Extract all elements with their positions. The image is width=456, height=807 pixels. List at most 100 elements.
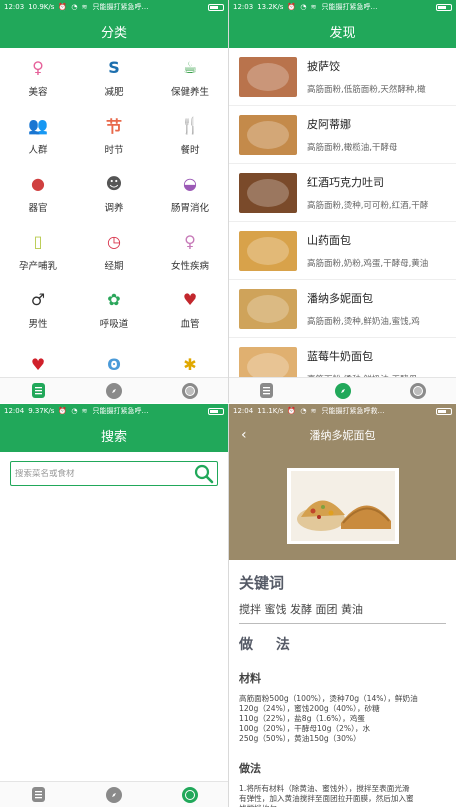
category-label: 孕产哺乳: [18, 261, 57, 272]
recipe-thumbnail: [239, 288, 297, 329]
status-time: 12:04: [4, 407, 25, 415]
status-bar: 12:04 11.1K/s ⏰ ◔ ≋ 只能摄打紧急呼救…: [229, 404, 456, 418]
recipe-name: 潘纳多妮面包: [307, 292, 373, 305]
category-item[interactable]: ☻ 调养: [76, 164, 152, 222]
tab-categories[interactable]: [229, 378, 305, 403]
battery-icon: [436, 3, 452, 11]
body-slim-icon: S: [108, 57, 120, 77]
category-item[interactable]: ◒ 肠胃消化: [152, 164, 228, 222]
discover-screen: 12:03 13.2K/s ⏰ ◔ ≋ 只能摄打紧急呼… 发现 披萨饺高筋面粉,…: [228, 0, 456, 403]
title-bar: ‹ 潘纳多妮面包: [229, 418, 456, 452]
category-item[interactable]: ♀ 女性疾病: [152, 222, 228, 280]
category-item[interactable]: ✿ 呼吸道: [76, 280, 152, 338]
tab-discover[interactable]: [305, 378, 381, 403]
category-item[interactable]: ♂ 男性: [0, 280, 76, 338]
status-bar: 12:03 10.9K/s ⏰ ◔ ≋ 只能摄打紧急呼…: [0, 0, 228, 14]
recipe-text: 山药面包高筋面粉,奶粉,鸡蛋,干酵母,黄油: [307, 232, 456, 269]
category-label: 器官: [28, 203, 48, 214]
recipe-text: 潘纳多妮面包高筋面粉,烫种,鲜奶油,蜜饯,鸡: [307, 290, 456, 327]
status-time: 12:03: [233, 3, 254, 11]
battery-icon: [436, 407, 452, 415]
kidney-icon: ʘ: [107, 354, 121, 374]
clock-icon: ◷: [107, 231, 121, 251]
recipe-ingredients: 高筋面粉,低筋面粉,天然酵种,橄: [307, 85, 426, 95]
search-tab-icon: [182, 382, 198, 399]
recipe-name: 披萨饺: [307, 60, 340, 73]
tab-discover[interactable]: [76, 378, 152, 403]
woman-face-icon: ♀: [32, 57, 44, 77]
back-button[interactable]: ‹: [241, 427, 261, 443]
ingredient-line: 120g（24%），蜜饯200g（40%），砂糖: [239, 704, 380, 713]
category-item[interactable]: ♥ 血管: [152, 280, 228, 338]
status-bar: 12:04 9.37K/s ⏰ ◔ ≋ 只能摄打紧急呼…: [0, 404, 228, 418]
battery-icon: [208, 407, 224, 415]
category-label: 餐时: [180, 145, 200, 156]
page-title: 搜索: [100, 429, 127, 445]
compass-icon: [334, 382, 351, 399]
recipe-list-item[interactable]: 披萨饺高筋面粉,低筋面粉,天然酵种,橄: [229, 48, 456, 106]
category-label: 减肥: [104, 87, 124, 98]
category-label: 调养: [104, 203, 124, 214]
recipe-list-item[interactable]: 山药面包高筋面粉,奶粉,鸡蛋,干酵母,黄油: [229, 222, 456, 280]
page-title: 潘纳多妮面包: [309, 429, 376, 442]
tab-discover[interactable]: [76, 782, 152, 807]
fork-spoon-icon: 🍴: [180, 115, 200, 135]
recipe-ingredients: 高筋面粉,橄榄油,干酵母: [307, 143, 398, 153]
page-title: 发现: [329, 25, 356, 41]
recipe-ingredients: 高筋面粉,烫种,鲜奶油,蜜饯,鸡: [307, 317, 420, 327]
category-label: 经期: [104, 261, 124, 272]
category-item[interactable]: ▯ 孕产哺乳: [0, 222, 76, 280]
recipe-list-item[interactable]: 皮阿蒂娜 高筋面粉,橄榄油,干酵母: [229, 106, 456, 164]
status-bar: 12:03 13.2K/s ⏰ ◔ ≋ 只能摄打紧急呼…: [229, 0, 456, 14]
tab-search[interactable]: [380, 378, 456, 403]
ingredient-line: 100g（20%），干酵母10g（2%），水: [239, 724, 371, 733]
tab-categories[interactable]: [0, 378, 76, 403]
battery-icon: [208, 3, 224, 11]
recipe-list-item[interactable]: 红酒巧克力吐司 高筋面粉,烫种,可可粉,红酒,干酵: [229, 164, 456, 222]
title-bar: 发现: [229, 14, 456, 48]
ingredient-line: 110g（22%），盐8g（1.6%），鸡蛋: [239, 714, 365, 723]
list-icon: [260, 383, 274, 398]
recipe-name: 山药面包: [307, 234, 351, 247]
tab-search[interactable]: [152, 378, 228, 403]
bottom-tab-bar: [0, 781, 228, 807]
page-title: 分类: [100, 25, 127, 41]
step-line: 有弹性，加入黄油搅拌至面团拉开面膜，然后加入蜜: [239, 794, 414, 803]
category-item[interactable]: ● 器官: [0, 164, 76, 222]
compass-icon: [106, 786, 122, 803]
category-item[interactable]: S 减肥: [76, 48, 152, 106]
vessel-heart-icon: ♥: [182, 289, 198, 309]
recipe-photo: [286, 468, 399, 544]
status-net-speed: 13.2K/s: [257, 3, 284, 11]
recipe-ingredients: 高筋面粉,奶粉,鸡蛋,干酵母,黄油: [307, 259, 429, 269]
step-line: 1.将所有材料（除黄油、蜜饯外），搅拌至表面光滑: [239, 784, 410, 793]
search-button[interactable]: [191, 462, 217, 485]
category-grid: ♀ 美容 S 减肥 ☕ 保健养生 👥 人群 节时节 🍴 餐时 ● 器官 ☻ 调养 ◒ 肠胃消化 ▯ 孕产哺乳 ◷ 经期 ♀…: [0, 48, 228, 396]
category-label: 血管: [180, 319, 200, 330]
search-tab-icon: [182, 786, 198, 803]
search-input[interactable]: [15, 468, 191, 479]
search-bar: [10, 461, 218, 486]
tab-search[interactable]: [152, 782, 228, 807]
category-item[interactable]: ☕ 保健养生: [152, 48, 228, 106]
category-item[interactable]: 🍴 餐时: [152, 106, 228, 164]
baby-bottle-icon: ▯: [33, 231, 43, 251]
female-icon: ♀: [184, 231, 196, 251]
status-icons: ⏰ ◔ ≋: [58, 3, 89, 11]
category-item[interactable]: 👥 人群: [0, 106, 76, 164]
category-label: 呼吸道: [99, 319, 129, 330]
recipe-list: 披萨饺高筋面粉,低筋面粉,天然酵种,橄皮阿蒂娜 高筋面粉,橄榄油,干酵母 红酒巧克力…: [229, 48, 456, 396]
status-net-speed: 9.37K/s: [28, 407, 55, 415]
list-icon: [31, 383, 45, 398]
recipe-list-item[interactable]: 潘纳多妮面包高筋面粉,烫种,鲜奶油,蜜饯,鸡: [229, 280, 456, 338]
tab-categories[interactable]: [0, 782, 76, 807]
categories-screen: 12:03 10.9K/s ⏰ ◔ ≋ 只能摄打紧急呼… 分类 ♀ 美容 S 减肥 ☕ 保…: [0, 0, 228, 403]
recipe-hero: [229, 452, 456, 560]
recipe-detail: 关键词 搅拌 蜜饯 发酵 面团 黄油 做 法 材料 高筋面粉500g（100%）…: [229, 572, 456, 807]
status-net-speed: 11.1K/s: [257, 407, 284, 415]
ingredients-heading: 材料: [239, 672, 261, 685]
category-item[interactable]: 节时节: [76, 106, 152, 164]
category-item[interactable]: ♀ 美容: [0, 48, 76, 106]
recipe-name: 蓝莓牛奶面包: [307, 350, 373, 363]
category-item[interactable]: ◷ 经期: [76, 222, 152, 280]
